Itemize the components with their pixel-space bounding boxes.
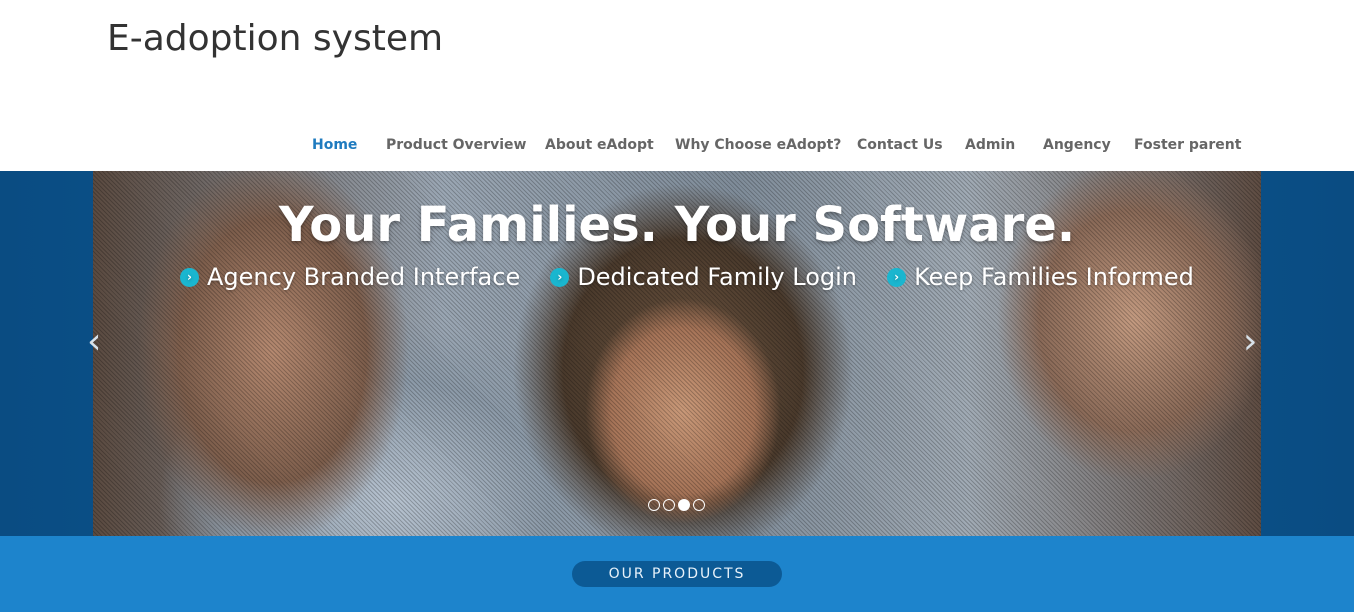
slider-next-arrow-icon[interactable]: › xyxy=(1243,321,1257,362)
feature-item: › Keep Families Informed xyxy=(887,263,1194,291)
nav-home[interactable]: Home xyxy=(312,136,357,154)
nav-admin[interactable]: Admin xyxy=(965,136,1015,154)
slider-prev-arrow-icon[interactable]: ‹ xyxy=(87,321,101,362)
slider-dot[interactable] xyxy=(693,499,705,511)
feature-label: Dedicated Family Login xyxy=(577,263,858,291)
nav-foster-parent[interactable]: Foster parent xyxy=(1134,136,1241,154)
site-header: E-adoption system Home Product Overview … xyxy=(0,0,1354,171)
nav-contact[interactable]: Contact Us xyxy=(857,136,943,154)
our-products-button[interactable]: OUR PRODUCTS xyxy=(572,561,782,587)
chevron-right-circle-icon: › xyxy=(550,267,570,287)
slider-dot[interactable] xyxy=(678,499,690,511)
site-title[interactable]: E-adoption system xyxy=(107,18,443,59)
slider-dot[interactable] xyxy=(663,499,675,511)
hero-slider: Your Families. Your Software. › Agency B… xyxy=(0,171,1354,536)
chevron-right-circle-icon: › xyxy=(887,267,907,287)
chevron-right-circle-icon: › xyxy=(180,267,199,287)
hero-features: › Agency Branded Interface › Dedicated F… xyxy=(180,263,1219,297)
nav-product-overview[interactable]: Product Overview xyxy=(386,136,526,154)
slider-dots xyxy=(648,499,705,511)
nav-agency[interactable]: Angency xyxy=(1043,136,1111,154)
feature-item: › Dedicated Family Login xyxy=(550,263,857,291)
nav-why-choose[interactable]: Why Choose eAdopt? xyxy=(675,136,841,154)
nav-about[interactable]: About eAdopt xyxy=(545,136,654,154)
feature-label: Keep Families Informed xyxy=(914,263,1194,291)
products-band: OUR PRODUCTS xyxy=(0,536,1354,612)
feature-label: Agency Branded Interface xyxy=(207,263,521,291)
hero-title: Your Families. Your Software. xyxy=(278,197,1076,253)
feature-item: › Agency Branded Interface xyxy=(180,263,520,291)
main-nav: Home Product Overview About eAdopt Why C… xyxy=(0,136,1354,156)
slider-dot[interactable] xyxy=(648,499,660,511)
